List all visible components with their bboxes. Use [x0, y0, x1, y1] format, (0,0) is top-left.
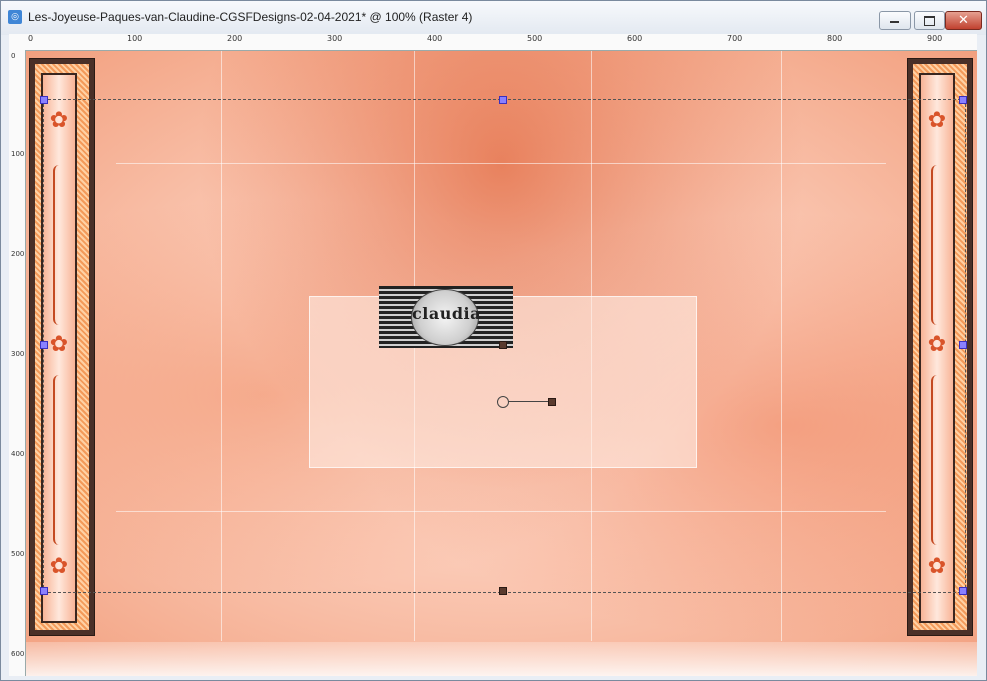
transform-handle[interactable]: [499, 587, 507, 595]
ruler-left-label: 200: [11, 250, 25, 258]
rotation-pivot-icon[interactable]: [497, 396, 509, 408]
transform-handle[interactable]: [40, 96, 48, 104]
maximize-button[interactable]: [914, 11, 945, 30]
rotation-arm: [508, 401, 550, 402]
layer-handle[interactable]: [499, 341, 507, 349]
transform-handle[interactable]: [959, 96, 967, 104]
ruler-left-label: 400: [11, 450, 25, 458]
maximize-icon: [924, 16, 935, 26]
transform-handle[interactable]: [959, 341, 967, 349]
transform-handle[interactable]: [40, 587, 48, 595]
vertical-ruler[interactable]: 0 100 200 300 400 500 600: [9, 50, 26, 676]
minimize-button[interactable]: [879, 11, 911, 30]
ruler-top-label: 700: [727, 34, 743, 43]
ruler-top-label: 0: [28, 34, 34, 43]
floor-reflection: [26, 642, 977, 676]
watermark-emblem: claudia: [411, 289, 481, 346]
ruler-top-label: 400: [427, 34, 443, 43]
ruler-top-label: 300: [327, 34, 343, 43]
ruler-left-label: 500: [11, 550, 25, 558]
title-bar[interactable]: ◎ Les-Joyeuse-Paques-van-Claudine-CGSFDe…: [1, 1, 986, 35]
transform-handle[interactable]: [959, 587, 967, 595]
minimize-icon: [890, 21, 899, 23]
ruler-left-label: 600: [11, 650, 25, 658]
ruler-top-label: 900: [927, 34, 943, 43]
transform-handle[interactable]: [499, 96, 507, 104]
window-title: Les-Joyeuse-Paques-van-Claudine-CGSFDesi…: [28, 10, 473, 24]
ruler-top-label: 100: [127, 34, 143, 43]
watermark-text: claudia: [412, 304, 481, 323]
rotation-handle[interactable]: [548, 398, 556, 406]
transform-handle[interactable]: [40, 341, 48, 349]
close-button[interactable]: ✕: [945, 11, 982, 30]
app-icon: ◎: [8, 10, 22, 24]
horizontal-ruler[interactable]: 0 100 200 300 400 500 600 700 800 900: [9, 34, 977, 51]
ruler-top-label: 600: [627, 34, 643, 43]
ruler-left-label: 100: [11, 150, 25, 158]
ruler-top-label: 500: [527, 34, 543, 43]
claudia-watermark[interactable]: claudia: [379, 286, 513, 348]
ruler-top-label: 800: [827, 34, 843, 43]
ruler-top-label: 200: [227, 34, 243, 43]
close-icon: ✕: [958, 13, 969, 28]
image-canvas[interactable]: ✿ ✿ ✿ ✿ ✿ ✿ claudia: [26, 51, 977, 676]
ruler-left-label: 300: [11, 350, 25, 358]
ruler-left-label: 0: [11, 52, 16, 60]
